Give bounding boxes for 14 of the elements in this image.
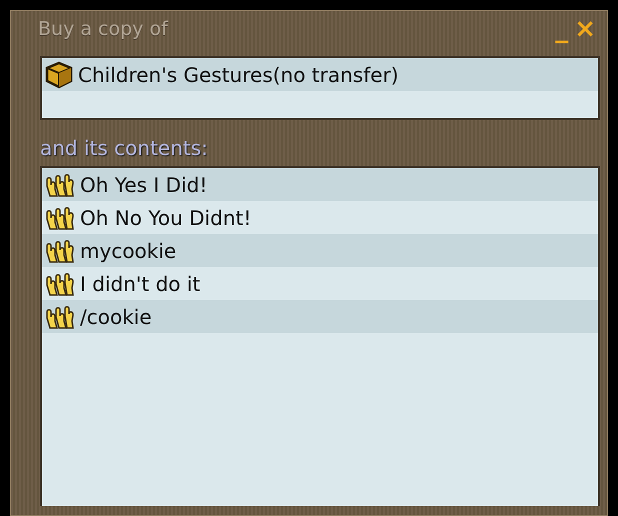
contents-row[interactable]: Oh Yes I Did! xyxy=(42,168,598,201)
gesture-icon xyxy=(44,304,76,330)
item-row[interactable]: Children's Gestures(no transfer) xyxy=(42,58,598,91)
gesture-icon xyxy=(44,238,76,264)
contents-row[interactable]: I didn't do it xyxy=(42,267,598,300)
contents-row[interactable]: mycookie xyxy=(42,234,598,267)
window-title: Buy a copy of xyxy=(38,18,170,40)
gesture-icon xyxy=(44,204,76,230)
contents-row[interactable]: /cookie xyxy=(42,300,598,333)
contents-row[interactable]: Oh No You Didnt! xyxy=(42,201,598,234)
box-icon xyxy=(44,60,74,88)
gesture-icon xyxy=(44,270,76,296)
contents-label: and its contents: xyxy=(40,136,209,160)
gesture-icon xyxy=(44,172,76,198)
